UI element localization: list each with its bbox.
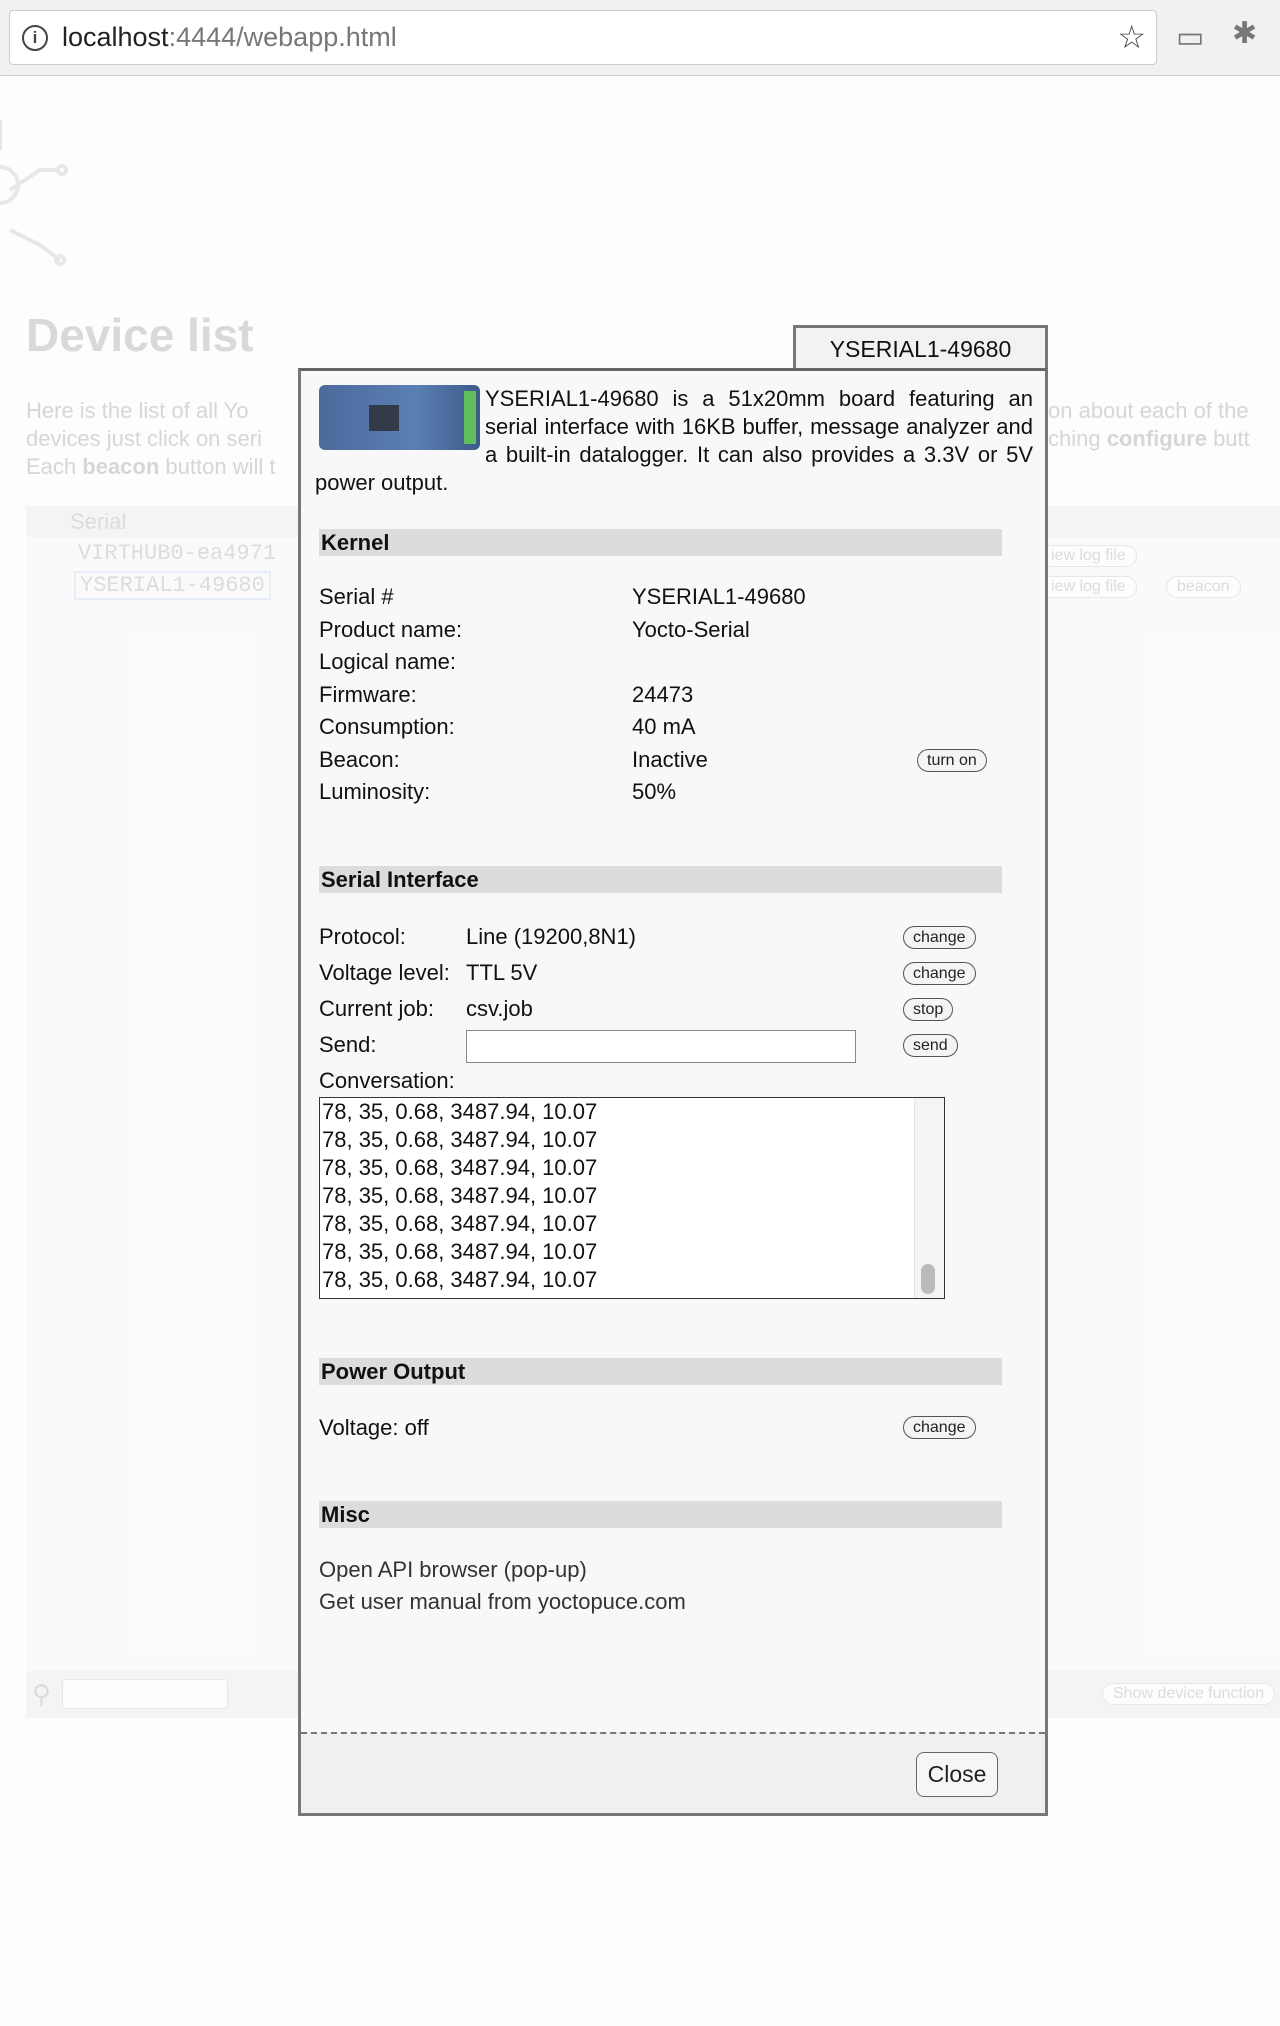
section-serial-interface: Serial Interface xyxy=(319,866,1002,893)
send-input[interactable] xyxy=(466,1030,856,1063)
conversation-label: Conversation: xyxy=(319,1068,455,1093)
star-icon[interactable]: ☆ xyxy=(1117,11,1146,64)
conversation-line: 78, 35, 0.68, 3487.94, 10.07 xyxy=(322,1267,598,1292)
kernel-value: YSERIAL1-49680 xyxy=(632,584,806,609)
conversation-line: 78, 35, 0.68, 3487.94, 10.07 xyxy=(322,1211,598,1236)
serial-label: Send: xyxy=(319,1032,377,1057)
conversation-line: 78, 35, 0.68, 3487.94, 10.07 xyxy=(322,1099,598,1124)
change-button[interactable]: change xyxy=(903,926,976,949)
address-bar[interactable]: i localhost:4444/webapp.html ☆ xyxy=(9,10,1157,65)
extension-icon[interactable]: ✱ xyxy=(1232,16,1257,51)
kernel-value: 50% xyxy=(632,779,677,804)
info-icon[interactable]: i xyxy=(22,25,48,51)
conversation-log[interactable]: 78, 35, 0.68, 3487.94, 10.07 78, 35, 0.68… xyxy=(319,1097,945,1299)
stop-button[interactable]: stop xyxy=(903,998,954,1021)
kernel-label: Consumption: xyxy=(319,714,455,739)
conversation-line: 78, 35, 0.68, 3487.94, 10.07 xyxy=(322,1239,598,1264)
scrollbar[interactable] xyxy=(914,1098,944,1298)
kernel-value: Yocto-Serial xyxy=(632,616,750,642)
api-browser-link[interactable]: Open API browser (pop-up) xyxy=(319,1557,587,1583)
close-button[interactable]: Close xyxy=(916,1752,998,1797)
browser-toolbar: i localhost:4444/webapp.html ☆ ▭ ✱ xyxy=(0,0,1280,76)
kernel-value: 24473 xyxy=(632,681,694,707)
kernel-label: Luminosity: xyxy=(319,779,431,804)
power-voltage: Voltage: off xyxy=(319,1415,429,1440)
kernel-label: Logical name: xyxy=(319,649,456,674)
conversation-line: 78, 35, 0.68, 3487.94, 10.07 xyxy=(322,1155,598,1180)
dialog-footer: Close xyxy=(301,1732,1045,1813)
serial-label: Current job: xyxy=(319,996,434,1021)
kernel-label: Firmware: xyxy=(319,681,417,707)
kernel-label: Serial # xyxy=(319,584,394,609)
device-description: YSERIAL1-49680 is a 51x20mm board featur… xyxy=(315,385,1033,497)
kernel-value: Inactive xyxy=(632,746,708,772)
beacon-turn-on-button[interactable]: turn on xyxy=(917,748,987,772)
conversation-line: 78, 35, 0.68, 3487.94, 10.07 xyxy=(322,1183,598,1208)
serial-value: Line (19200,8N1) xyxy=(466,924,637,949)
serial-value: TTL 5V xyxy=(466,960,538,985)
section-power-output: Power Output xyxy=(319,1358,1002,1385)
section-kernel: Kernel xyxy=(319,529,1002,556)
dialog-tab-title: YSERIAL1-49680 xyxy=(793,325,1048,370)
serial-value: csv.job xyxy=(466,996,533,1021)
cast-icon[interactable]: ▭ xyxy=(1176,20,1204,55)
scrollbar-thumb[interactable] xyxy=(921,1264,935,1294)
url-path: :4444/webapp.html xyxy=(168,22,397,52)
send-button[interactable]: send xyxy=(903,1034,958,1057)
kernel-value: 40 mA xyxy=(632,714,696,739)
serial-label: Voltage level: xyxy=(319,960,450,985)
power-change-button[interactable]: change xyxy=(903,1416,976,1439)
kernel-label: Beacon: xyxy=(319,746,400,772)
change-button[interactable]: change xyxy=(903,962,976,985)
device-dialog: YSERIAL1-49680 is a 51x20mm board featur… xyxy=(298,368,1048,1816)
user-manual-link[interactable]: Get user manual from yoctopuce.com xyxy=(319,1589,686,1615)
url-host: localhost xyxy=(62,22,169,52)
serial-label: Protocol: xyxy=(319,924,406,949)
conversation-line: 78, 35, 0.68, 3487.94, 10.07 xyxy=(322,1127,598,1152)
section-misc: Misc xyxy=(319,1501,1002,1528)
kernel-label: Product name: xyxy=(319,616,463,642)
